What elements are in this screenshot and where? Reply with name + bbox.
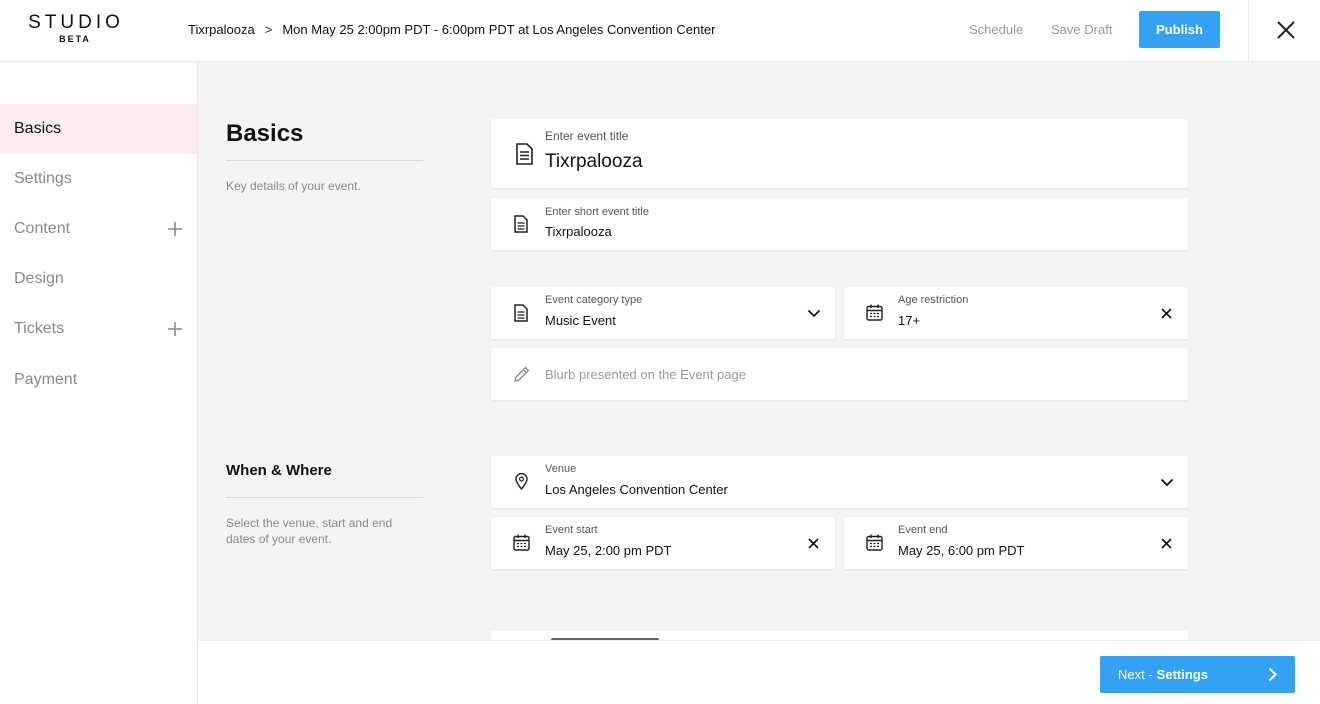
top-bar: STUDIO BETA Tixrpalooza > Mon May 25 2:00p… <box>0 0 1320 62</box>
sidebar: Basics Settings Content Design Tickets P… <box>0 63 198 704</box>
plus-icon[interactable] <box>168 322 182 336</box>
breadcrumb-event-detail: Mon May 25 2:00pm PDT - 6:00pm PDT at Lo… <box>282 22 716 37</box>
header-divider <box>1248 0 1249 62</box>
chevron-down-icon[interactable] <box>807 309 821 318</box>
close-icon[interactable] <box>808 538 819 549</box>
venue-label: Venue <box>545 463 577 475</box>
breadcrumb-event-link[interactable]: Tixrpalooza <box>188 22 255 37</box>
event-title-input[interactable]: Tixrpalooza <box>545 151 643 173</box>
sidebar-item-label: Payment <box>14 371 78 388</box>
calendar-icon <box>513 534 530 551</box>
event-title-field[interactable]: Enter event title Tixrpalooza <box>491 119 1188 188</box>
category-value: Music Event <box>545 313 616 328</box>
footer-bar: Next - Settings <box>198 640 1320 704</box>
sidebar-item-settings[interactable]: Settings <box>0 154 197 204</box>
event-start-value[interactable]: May 25, 2:00 pm PDT <box>545 543 671 558</box>
age-restriction-label: Age restriction <box>898 294 969 306</box>
document-icon <box>514 215 528 233</box>
section-title-when-where: When & Where <box>226 462 332 479</box>
breadcrumb-separator: > <box>264 22 273 37</box>
document-icon <box>516 143 533 165</box>
publish-button[interactable]: Publish <box>1139 11 1220 48</box>
event-start-label: Event start <box>545 524 598 536</box>
venue-value: Los Angeles Convention Center <box>545 482 728 497</box>
age-restriction-value[interactable]: 17+ <box>898 313 920 328</box>
breadcrumb: Tixrpalooza > Mon May 25 2:00pm PDT - 6:00… <box>188 22 715 37</box>
document-icon <box>514 304 528 322</box>
sidebar-item-basics[interactable]: Basics <box>0 104 197 154</box>
sidebar-item-label: Tickets <box>14 320 65 337</box>
sidebar-item-label: Basics <box>14 120 62 137</box>
short-title-field[interactable]: Enter short event title Tixrpalooza <box>491 198 1188 250</box>
section-description-when-where: Select the venue, start and end dates of… <box>226 516 393 546</box>
event-title-label: Enter event title <box>545 129 629 143</box>
save-draft-button[interactable]: Save Draft <box>1051 22 1112 37</box>
chevron-down-icon[interactable] <box>1160 478 1174 487</box>
chevron-right-icon <box>1268 667 1277 682</box>
next-button-prefix: Next - <box>1118 667 1153 682</box>
short-title-input[interactable]: Tixrpalooza <box>545 224 612 239</box>
sidebar-item-tickets[interactable]: Tickets <box>0 304 197 354</box>
age-restriction-field[interactable]: Age restriction 17+ <box>844 287 1188 339</box>
beta-label: BETA <box>59 34 91 44</box>
schedule-button[interactable]: Schedule <box>969 22 1023 37</box>
section-title-basics: Basics <box>226 120 304 147</box>
section-divider <box>226 497 423 498</box>
short-title-label: Enter short event title <box>545 206 649 218</box>
studio-logo[interactable]: STUDIO BETA <box>24 13 124 45</box>
event-start-field[interactable]: Event start May 25, 2:00 pm PDT <box>491 517 835 569</box>
section-description-basics: Key details of your event. <box>226 179 361 193</box>
location-pin-icon <box>515 473 528 490</box>
venue-select[interactable]: Venue Los Angeles Convention Center <box>491 456 1188 508</box>
pencil-icon <box>514 366 530 382</box>
calendar-icon <box>866 304 883 321</box>
sidebar-item-label: Design <box>14 270 64 287</box>
event-end-value[interactable]: May 25, 6:00 pm PDT <box>898 543 1024 558</box>
blurb-input[interactable]: Blurb presented on the Event page <box>545 367 746 382</box>
section-divider <box>226 160 423 161</box>
logo-text: STUDIO <box>28 12 124 33</box>
calendar-icon <box>866 534 883 551</box>
next-settings-button[interactable]: Next - Settings <box>1100 656 1295 693</box>
next-button-target: Settings <box>1156 667 1208 682</box>
event-end-label: Event end <box>898 524 948 536</box>
sidebar-item-label: Settings <box>14 170 72 187</box>
close-icon[interactable] <box>1161 538 1172 549</box>
close-icon[interactable] <box>1272 16 1300 44</box>
plus-icon[interactable] <box>168 222 182 236</box>
sidebar-item-label: Content <box>14 220 71 237</box>
event-category-select[interactable]: Event category type Music Event <box>491 287 835 339</box>
sidebar-item-payment[interactable]: Payment <box>0 355 197 405</box>
close-icon[interactable] <box>1161 308 1172 319</box>
category-label: Event category type <box>545 294 643 306</box>
event-end-field[interactable]: Event end May 25, 6:00 pm PDT <box>844 517 1188 569</box>
blurb-field[interactable]: Blurb presented on the Event page <box>491 348 1188 400</box>
sidebar-item-design[interactable]: Design <box>0 254 197 304</box>
sidebar-item-content[interactable]: Content <box>0 204 197 254</box>
